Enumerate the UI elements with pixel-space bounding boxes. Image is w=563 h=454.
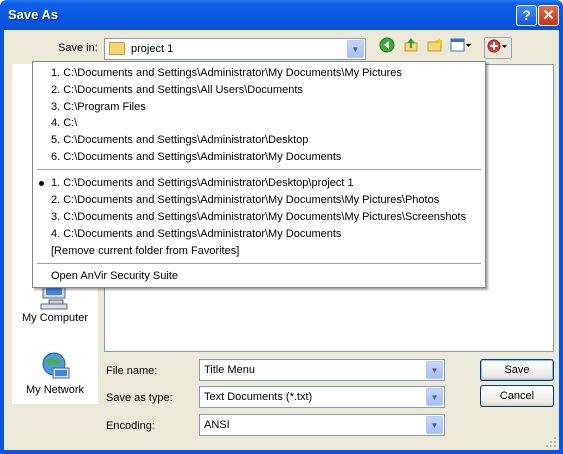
favorites-dropdown-menu: 1. C:\Documents and Settings\Administrat… bbox=[32, 61, 486, 288]
place-label: My Computer bbox=[21, 312, 89, 324]
chevron-down-icon[interactable]: ▼ bbox=[347, 40, 364, 58]
save-in-label: Save in: bbox=[58, 42, 98, 54]
recent-folder-item[interactable]: 6. C:\Documents and Settings\Administrat… bbox=[51, 151, 341, 163]
back-icon[interactable] bbox=[376, 37, 398, 59]
favorite-folder-item[interactable]: 3. C:\Documents and Settings\Administrat… bbox=[51, 211, 466, 223]
place-my-network[interactable]: My Network bbox=[12, 352, 98, 396]
save-type-select[interactable]: Text Documents (*.txt) ▼ bbox=[199, 386, 445, 408]
encoding-select[interactable]: ANSI ▼ bbox=[199, 414, 445, 436]
favorite-folder-item[interactable]: 4. C:\Documents and Settings\Administrat… bbox=[51, 228, 341, 240]
file-name-label: File name: bbox=[106, 365, 158, 377]
encoding-label: Encoding: bbox=[106, 420, 155, 432]
window-title: Save As bbox=[8, 7, 59, 22]
recent-folder-item[interactable]: 4. C:\ bbox=[51, 117, 77, 129]
close-button[interactable]: ✕ bbox=[538, 5, 559, 26]
encoding-value: ANSI bbox=[204, 419, 230, 431]
save-in-value: project 1 bbox=[131, 43, 174, 55]
folder-icon bbox=[109, 42, 125, 55]
save-as-dialog: Save As ? ✕ Save in: project 1 ▼ My Comp… bbox=[0, 0, 563, 454]
open-anvir-item[interactable]: Open AnVir Security Suite bbox=[51, 270, 178, 282]
favorite-folder-item[interactable]: 2. C:\Documents and Settings\Administrat… bbox=[51, 194, 439, 206]
save-in-combo[interactable]: project 1 ▼ bbox=[104, 38, 366, 60]
remove-favorite-item[interactable]: [Remove current folder from Favorites] bbox=[51, 245, 239, 257]
menu-separator bbox=[37, 263, 481, 265]
recent-folder-item[interactable]: 3. C:\Program Files bbox=[51, 101, 146, 113]
chevron-down-icon[interactable]: ▼ bbox=[426, 416, 443, 434]
chevron-down-icon[interactable]: ▼ bbox=[426, 388, 443, 406]
save-button[interactable]: Save bbox=[480, 359, 554, 381]
new-folder-icon[interactable] bbox=[424, 37, 446, 59]
recent-folder-item[interactable]: 5. C:\Documents and Settings\Administrat… bbox=[51, 134, 308, 146]
current-folder-bullet-icon bbox=[39, 181, 44, 186]
chevron-down-icon[interactable]: ▼ bbox=[426, 361, 443, 379]
favorite-folder-item[interactable]: 1. C:\Documents and Settings\Administrat… bbox=[51, 177, 354, 189]
network-icon bbox=[39, 352, 71, 382]
resize-grip-icon[interactable] bbox=[545, 436, 557, 448]
title-bar[interactable]: Save As ? ✕ bbox=[0, 0, 563, 30]
recent-folder-item[interactable]: 1. C:\Documents and Settings\Administrat… bbox=[51, 67, 402, 79]
menu-separator bbox=[37, 169, 481, 171]
cancel-button[interactable]: Cancel bbox=[480, 385, 554, 407]
favorites-menu-icon[interactable] bbox=[484, 37, 512, 59]
recent-folder-item[interactable]: 2. C:\Documents and Settings\All Users\D… bbox=[51, 84, 303, 96]
up-folder-icon[interactable] bbox=[400, 37, 422, 59]
file-name-field[interactable]: Title Menu ▼ bbox=[199, 359, 445, 381]
save-type-label: Save as type: bbox=[106, 392, 173, 404]
views-menu-icon[interactable] bbox=[448, 37, 474, 59]
save-type-value: Text Documents (*.txt) bbox=[204, 391, 313, 403]
file-name-value: Title Menu bbox=[204, 364, 255, 376]
help-button[interactable]: ? bbox=[516, 5, 537, 26]
place-label: My Network bbox=[25, 384, 85, 396]
